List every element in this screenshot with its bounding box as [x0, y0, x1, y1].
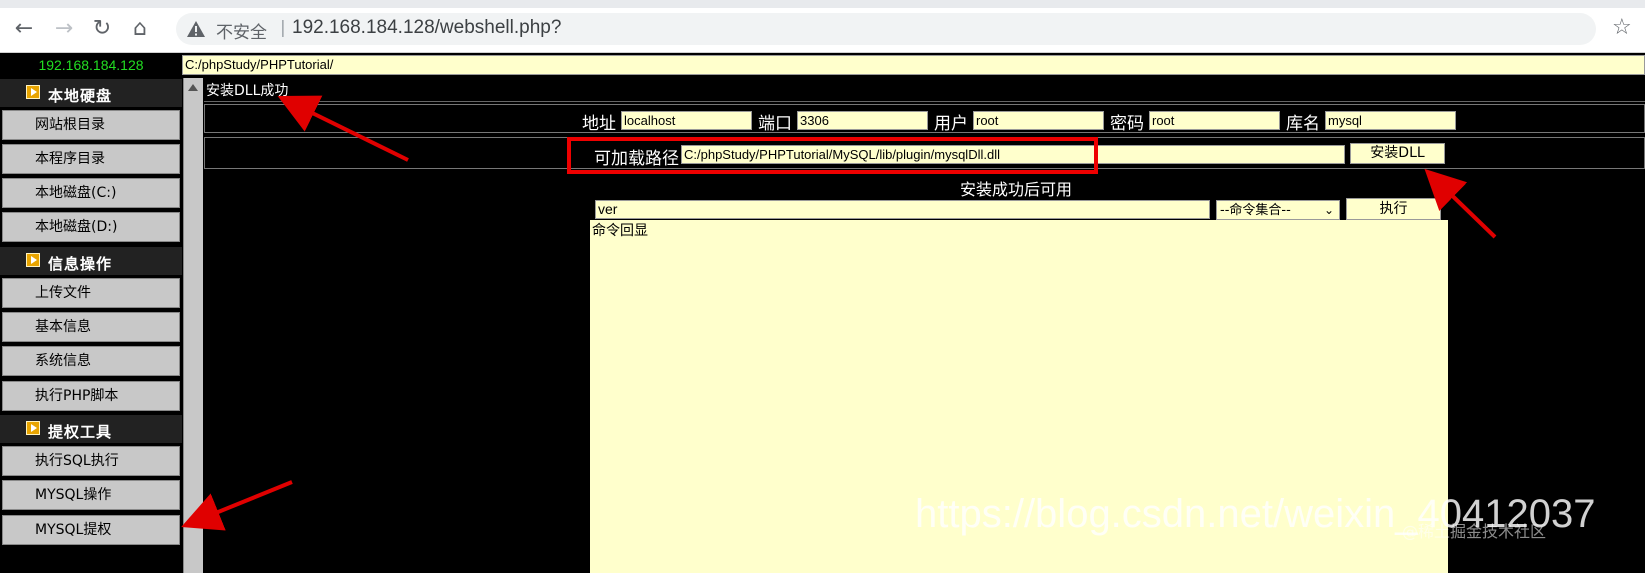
watermark-site: @稀土掘金技术社区	[1402, 522, 1547, 541]
arrow-to-mysql-privesc	[181, 480, 293, 531]
arrow-to-status	[277, 95, 409, 162]
annotation-arrows	[181, 95, 1497, 531]
arrow-to-install-button	[1424, 168, 1497, 239]
